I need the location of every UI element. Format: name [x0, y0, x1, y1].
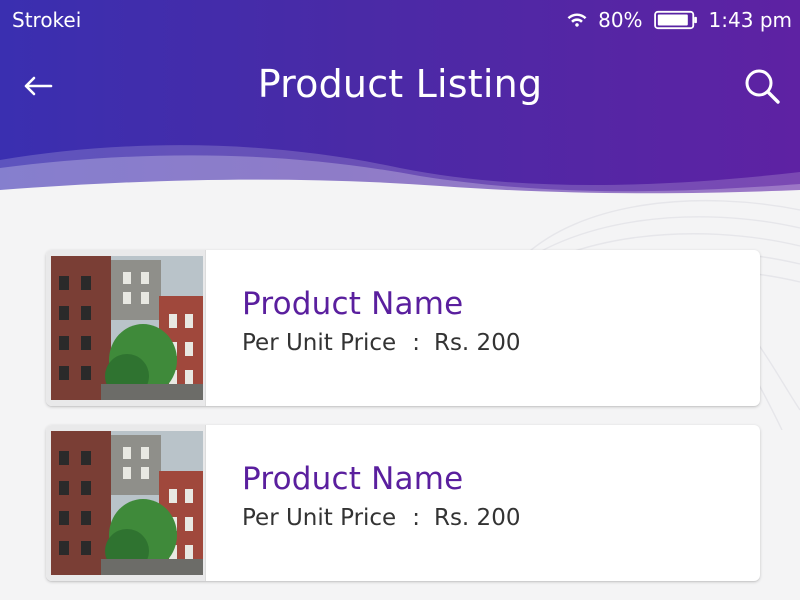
toolbar: Product Listing	[0, 52, 800, 122]
price-row: Per Unit Price : Rs. 200	[242, 505, 520, 531]
product-info: Product Name Per Unit Price : Rs. 200	[242, 461, 520, 531]
price-value: Rs. 200	[433, 330, 521, 356]
carrier-name: Strokei	[12, 8, 82, 32]
search-button[interactable]	[738, 62, 786, 110]
product-name: Product Name	[242, 286, 464, 322]
battery-percent: 80%	[598, 8, 643, 32]
product-card[interactable]: Product Name Per Unit Price : Rs. 200	[46, 250, 760, 406]
price-label: Per Unit Price	[242, 505, 397, 531]
battery-icon	[653, 10, 697, 30]
price-row: Per Unit Price : Rs. 200	[242, 330, 520, 356]
clock-time: 1:43 pm	[708, 8, 792, 32]
product-info: Product Name Per Unit Price : Rs. 200	[242, 286, 520, 356]
price-value: Rs. 200	[433, 505, 521, 531]
product-list: Product Name Per Unit Price : Rs. 200 Pr…	[46, 250, 760, 600]
product-name: Product Name	[242, 461, 464, 497]
price-separator: :	[412, 505, 420, 531]
price-label: Per Unit Price	[242, 330, 397, 356]
price-separator: :	[412, 330, 420, 356]
product-card[interactable]: Product Name Per Unit Price : Rs. 200	[46, 425, 760, 581]
wifi-icon	[567, 13, 587, 27]
product-image	[51, 431, 203, 575]
status-bar: Strokei 80% 1:43 pm	[0, 0, 800, 42]
product-image	[51, 256, 203, 400]
status-indicators: 80% 1:43 pm	[566, 8, 792, 32]
search-icon	[745, 69, 780, 104]
product-image-frame	[46, 250, 206, 406]
page-title: Product Listing	[257, 62, 543, 106]
product-image-frame	[46, 425, 206, 581]
